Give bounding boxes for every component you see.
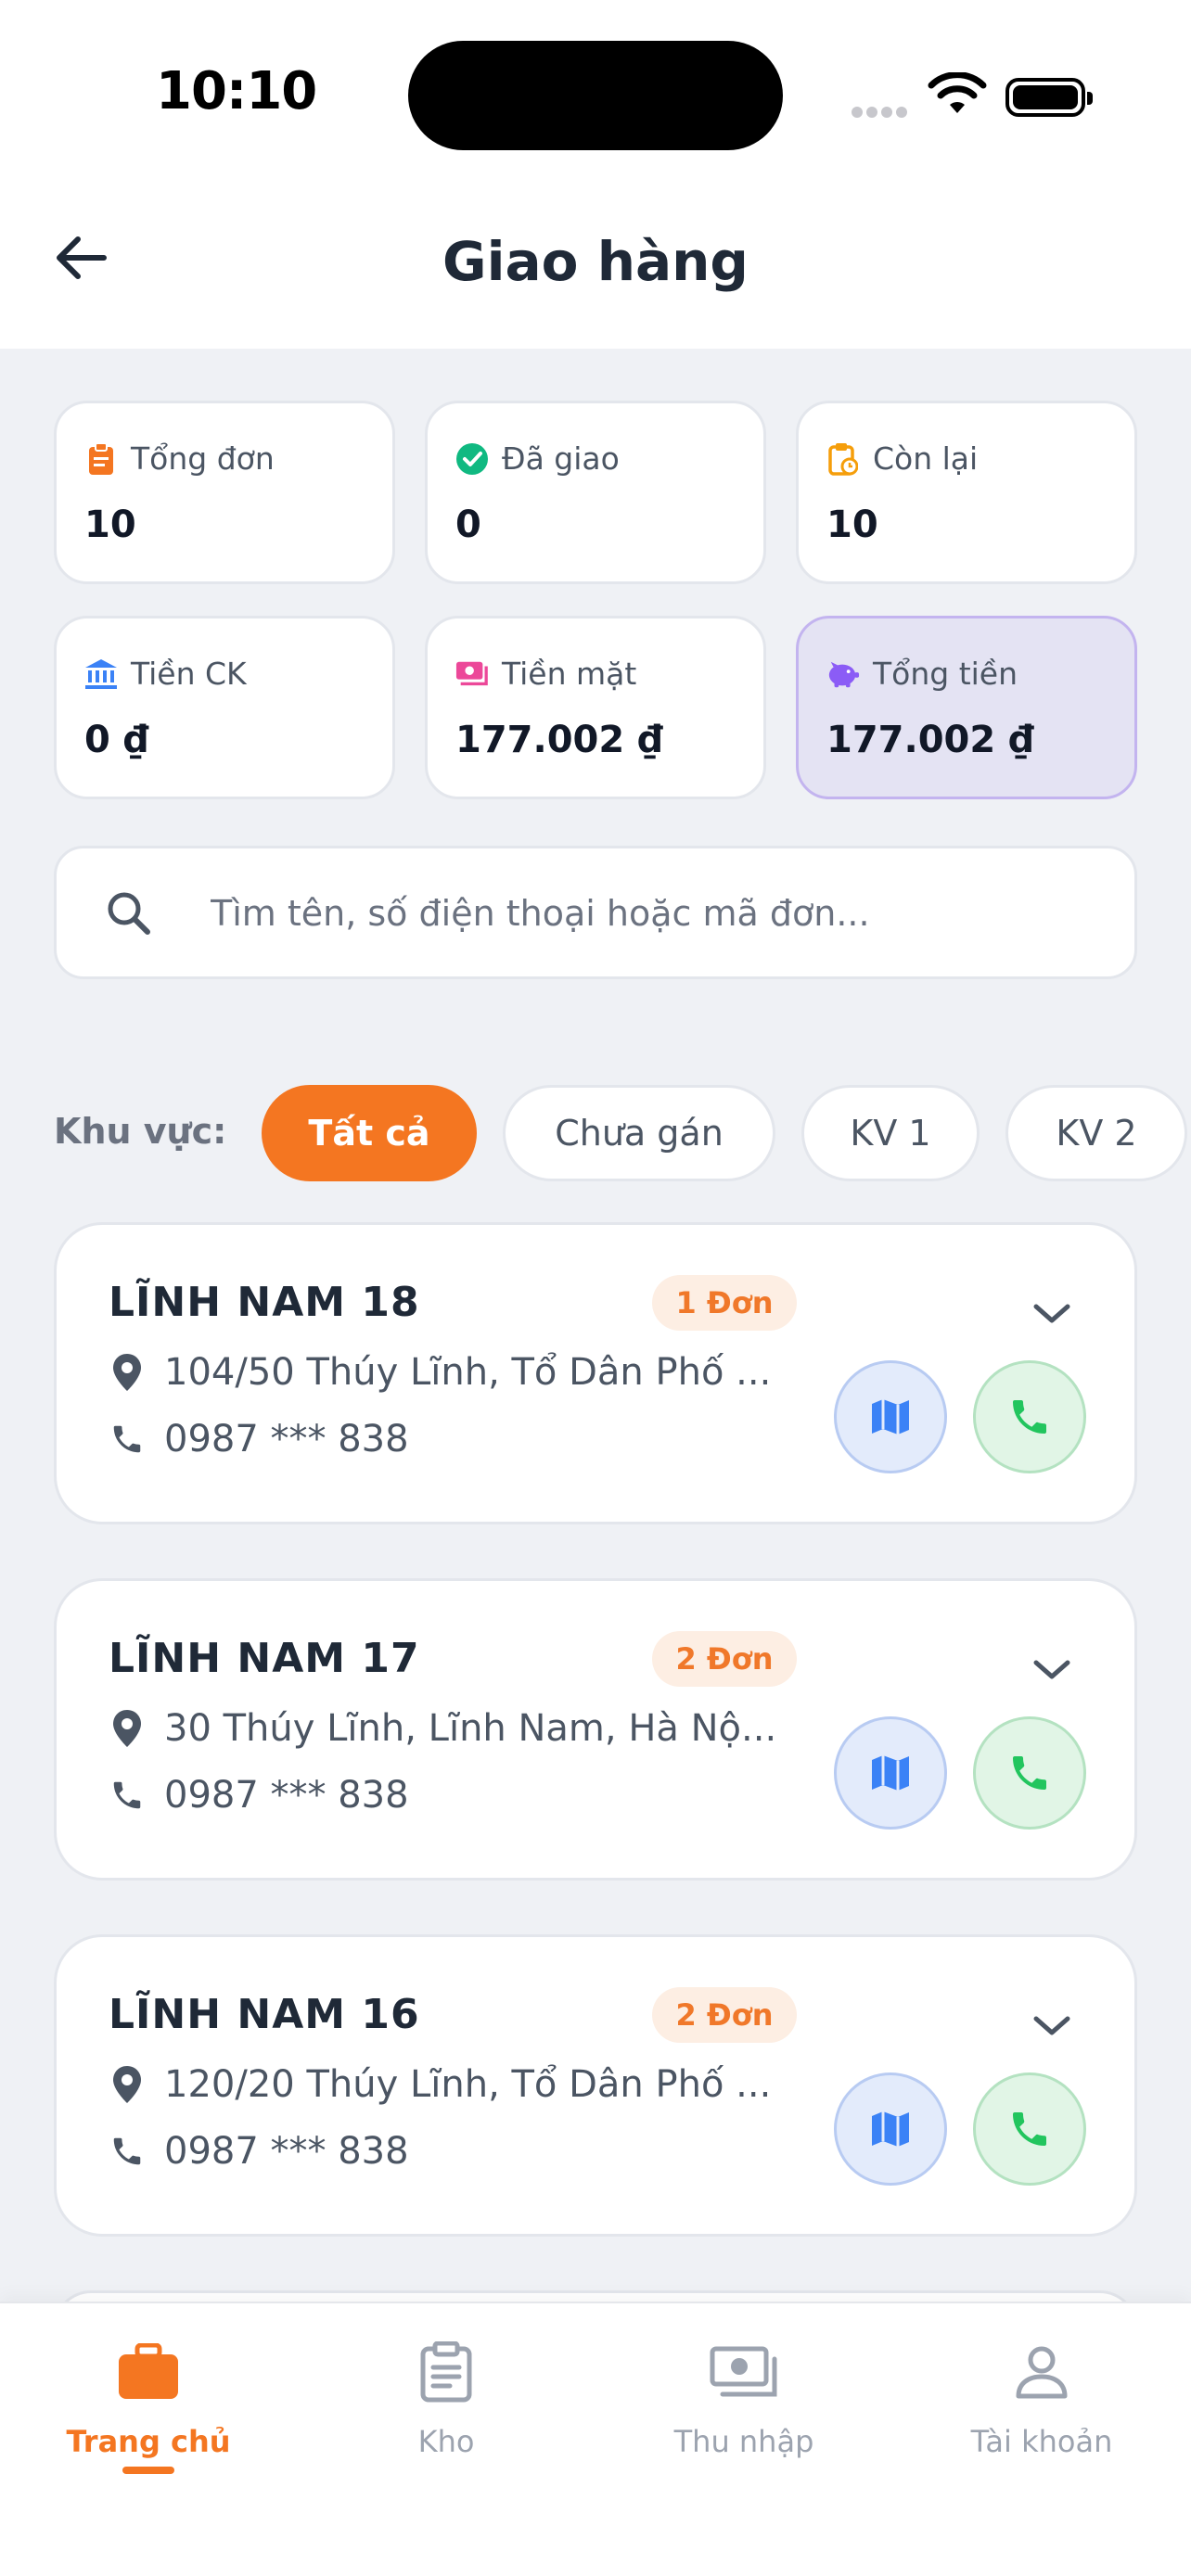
status-time: 10:10: [156, 61, 317, 121]
stat-label: Tiền CK: [131, 656, 247, 692]
nav-item-warehouse[interactable]: Kho: [335, 2337, 557, 2459]
nav-label: Trang chủ: [66, 2424, 231, 2459]
stat-card-total-orders: Tổng đơn 10: [54, 401, 395, 584]
nav-label: Thu nhập: [673, 2424, 814, 2459]
chevron-down-icon[interactable]: [1029, 1297, 1075, 1329]
customer-name: LĨNH NAM 18: [109, 1279, 420, 1326]
search-box: [54, 846, 1137, 979]
customer-address: 30 Thúy Lĩnh, Lĩnh Nam, Hà Nộ...: [164, 1707, 777, 1750]
chevron-down-icon[interactable]: [1029, 2009, 1075, 2041]
map-button[interactable]: [834, 1716, 947, 1830]
nav-label: Tài khoản: [970, 2424, 1113, 2459]
customer-address: 104/50 Thúy Lĩnh, Tổ Dân Phố ...: [164, 1351, 772, 1394]
delivery-card[interactable]: LĨNH NAM 17 2 Đơn 30 Thúy Lĩnh, Lĩnh Nam…: [54, 1578, 1137, 1881]
map-icon: [872, 2111, 909, 2147]
check-circle-icon: [455, 442, 489, 476]
customer-name: LĨNH NAM 17: [109, 1635, 420, 1682]
phone-icon: [1013, 1400, 1046, 1434]
customer-phone: 0987 *** 838: [164, 1418, 409, 1460]
map-button[interactable]: [834, 1360, 947, 1473]
customer-phone: 0987 *** 838: [164, 1774, 409, 1817]
stat-value: 10: [84, 504, 136, 546]
cash-icon: [455, 657, 489, 691]
location-pin-icon: [109, 2064, 146, 2105]
dynamic-island: [408, 41, 783, 150]
search-input[interactable]: [211, 880, 1101, 947]
phone-icon: [109, 1775, 146, 1816]
customer-phone: 0987 *** 838: [164, 2130, 409, 2173]
stat-label: Tổng đơn: [131, 440, 275, 477]
stat-value: 0 ₫: [84, 719, 149, 761]
stat-card-remaining: Còn lại 10: [796, 401, 1137, 584]
phone-icon: [109, 1419, 146, 1460]
customer-name: LĨNH NAM 16: [109, 1991, 420, 2038]
stat-label: Còn lại: [873, 440, 979, 477]
location-pin-icon: [109, 1708, 146, 1749]
order-count-badge: 2 Đơn: [652, 1631, 797, 1687]
order-count-badge: 1 Đơn: [652, 1275, 797, 1331]
delivery-card[interactable]: LĨNH NAM 18 1 Đơn 104/50 Thúy Lĩnh, Tổ D…: [54, 1222, 1137, 1524]
location-pin-icon: [109, 1352, 146, 1393]
nav-label: Kho: [417, 2424, 475, 2459]
search-icon: [108, 892, 150, 935]
stat-value: 10: [826, 504, 878, 546]
order-count-badge: 2 Đơn: [652, 1987, 797, 2043]
clipboard-icon: [84, 441, 118, 476]
cellular-signal-icon: [852, 104, 913, 118]
active-indicator: [122, 2467, 174, 2474]
stat-card-delivered: Đã giao 0: [425, 401, 766, 584]
phone-icon: [1013, 2112, 1046, 2146]
map-icon: [872, 1755, 909, 1791]
bottom-nav: Trang chủ Kho Thu nhập Tài khoản: [0, 2302, 1191, 2576]
stat-card-transfer-money: Tiền CK 0 ₫: [54, 616, 395, 799]
stat-label: Đã giao: [502, 440, 620, 477]
map-icon: [872, 1399, 909, 1435]
call-button[interactable]: [973, 2072, 1086, 2186]
piggy-bank-icon: [826, 657, 860, 691]
nav-item-home[interactable]: Trang chủ: [37, 2337, 260, 2474]
user-icon: [1006, 2337, 1077, 2407]
header: Giao hàng: [0, 176, 1191, 349]
call-button[interactable]: [973, 1360, 1086, 1473]
nav-item-account[interactable]: Tài khoản: [930, 2337, 1153, 2459]
page-title: Giao hàng: [442, 230, 749, 293]
stat-card-total-money: Tổng tiền 177.002 ₫: [796, 616, 1137, 799]
clipboard-list-icon: [411, 2337, 481, 2407]
area-chip-all[interactable]: Tất cả: [262, 1085, 477, 1181]
phone-icon: [1013, 1756, 1046, 1790]
stat-label: Tiền mặt: [502, 656, 637, 692]
stat-label: Tổng tiền: [873, 656, 1018, 692]
phone-icon: [109, 2131, 146, 2172]
area-chip-kv2[interactable]: KV 2: [1005, 1085, 1187, 1181]
bank-icon: [84, 657, 118, 691]
area-chip-unassigned[interactable]: Chưa gán: [503, 1085, 775, 1181]
area-filter-label: Khu vực:: [54, 1111, 227, 1152]
nav-item-income[interactable]: Thu nhập: [633, 2337, 855, 2459]
stat-card-cash: Tiền mặt 177.002 ₫: [425, 616, 766, 799]
battery-icon: [1005, 78, 1093, 117]
delivery-card[interactable]: LĨNH NAM 16 2 Đơn 120/20 Thúy Lĩnh, Tổ D…: [54, 1934, 1137, 2237]
briefcase-icon: [113, 2337, 184, 2407]
clipboard-clock-icon: [826, 442, 860, 476]
customer-address: 120/20 Thúy Lĩnh, Tổ Dân Phố ...: [164, 2063, 772, 2106]
status-bar: 10:10: [0, 0, 1191, 176]
wifi-icon: [928, 72, 987, 113]
area-chip-kv1[interactable]: KV 1: [801, 1085, 980, 1181]
call-button[interactable]: [973, 1716, 1086, 1830]
stat-value: 177.002 ₫: [826, 719, 1034, 761]
stat-value: 0: [455, 504, 481, 546]
chevron-down-icon[interactable]: [1029, 1653, 1075, 1685]
map-button[interactable]: [834, 2072, 947, 2186]
money-icon: [709, 2337, 779, 2407]
stat-value: 177.002 ₫: [455, 719, 663, 761]
